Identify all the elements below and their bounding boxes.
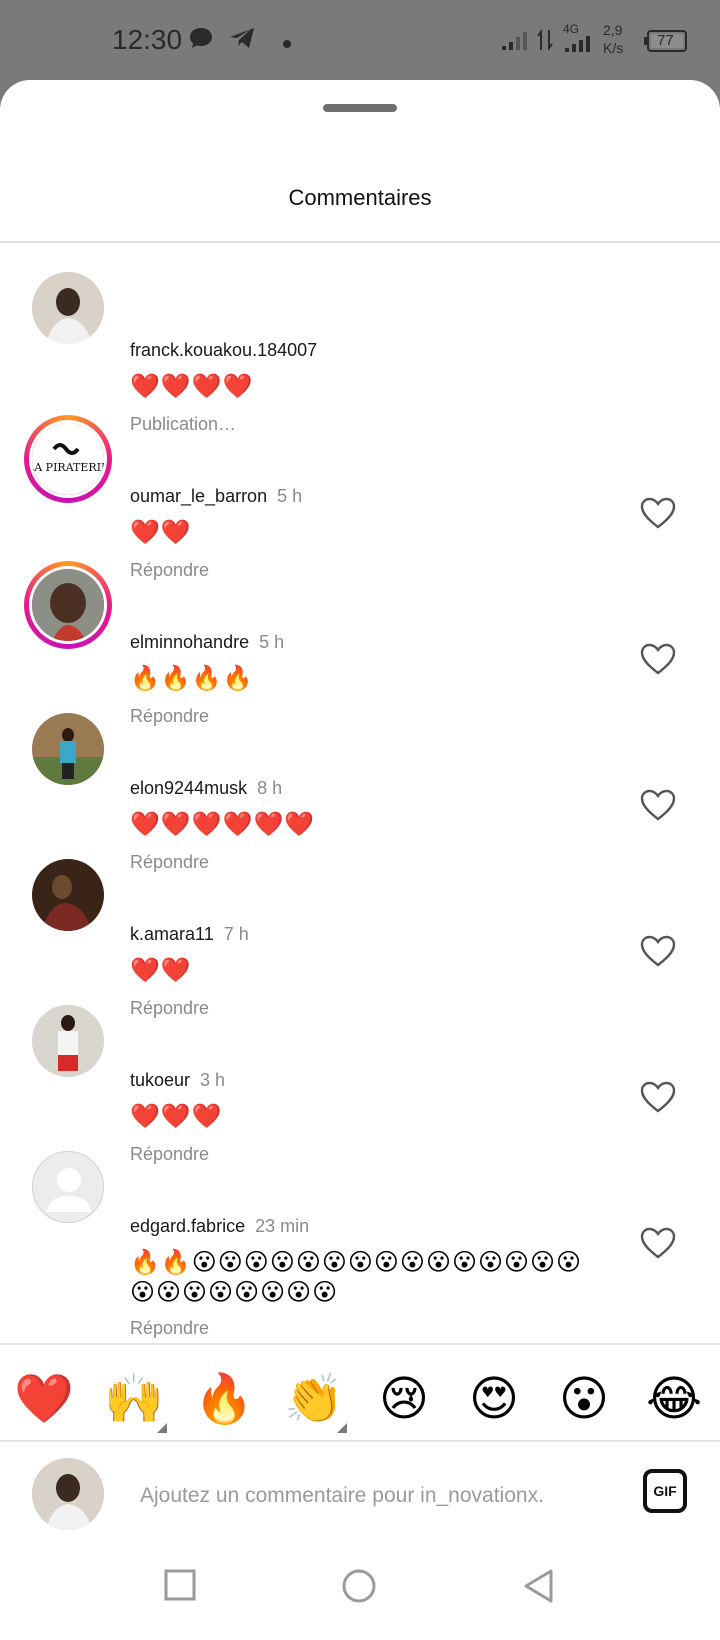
comment-header: tukoeur 3 h [130,1070,225,1091]
comment-text: ❤️❤️❤️ [130,1103,223,1130]
comment-time: 8 h [257,778,283,798]
comment-username[interactable]: elminnohandre [130,632,249,652]
comment-header: franck.kouakou.184007 [130,340,317,361]
avatar[interactable] [32,859,104,931]
reply-button[interactable]: Répondre [130,1144,209,1165]
comment-username[interactable]: franck.kouakou.184007 [130,340,317,360]
reply-button[interactable]: Répondre [130,1318,209,1339]
comment-time: 5 h [259,632,285,652]
heart-outline-icon[interactable] [640,1081,680,1119]
comment-text: 🔥🔥🔥🔥 [130,665,254,692]
circle-icon[interactable] [341,1568,377,1609]
current-user-avatar [32,1458,104,1530]
comment-username[interactable]: edgard.fabrice [130,1216,245,1236]
reaction-heart-eyes[interactable]: 😍 [459,1365,529,1435]
la-piraterie-logo: LA PIRATERIE [29,420,107,498]
reaction-raising-hands[interactable]: 🙌 [99,1365,169,1435]
network-speed-unit: K/s [603,40,624,56]
heart-outline-icon[interactable] [640,1227,680,1265]
data-arrows-icon [535,28,555,57]
signal-4g-icon [563,34,593,59]
heart-outline-icon[interactable] [640,497,680,535]
comment-username[interactable]: tukoeur [130,1070,190,1090]
heart-outline-icon[interactable] [640,789,680,827]
reaction-laughing-face[interactable]: 😂 [639,1365,709,1435]
comment-header: k.amara11 7 h [130,924,249,945]
sheet-drag-handle[interactable] [323,104,397,112]
comment-input[interactable] [140,1476,610,1516]
comment-header: elon9244musk 8 h [130,778,282,799]
square-icon[interactable] [163,1568,197,1607]
default-avatar[interactable] [32,1151,104,1223]
comment-text: ❤️❤️ [130,519,192,546]
comment-text: ❤️❤️ [130,957,192,984]
reaction-fire[interactable]: 🔥 [189,1365,259,1435]
sheet-title: Commentaires [288,185,432,210]
comment-status: Publication… [130,414,237,434]
comment-text: 🔥🔥😮😮😮😮😮😮😮😮😮😮😮😮😮😮😮😮😮😮😮😮😮😮😮 [130,1249,583,1306]
comment-header: oumar_le_barron 5 h [130,486,302,507]
notification-dot-icon [282,36,292,54]
network-speed-value: 2,9 [603,22,623,38]
comment-header: edgard.fabrice 23 min [130,1216,309,1237]
skin-tone-indicator [337,1423,347,1433]
reaction-label: 🙌 [104,1373,164,1426]
reaction-surprised-face[interactable]: 😮 [549,1365,619,1435]
comments-sheet: Commentaires franck.kouakou.184007 ❤️❤️❤… [0,80,720,1640]
comment-time: 5 h [277,486,303,506]
comment-time: 23 min [255,1216,310,1236]
quick-reactions-bar: ❤️ 🙌 🔥 👏 😢 😍 😮 😂 [0,1365,720,1445]
heart-outline-icon[interactable] [640,643,680,681]
reaction-heart[interactable]: ❤️ [9,1365,79,1435]
comment-username[interactable]: elon9244musk [130,778,247,798]
comment-text: ❤️❤️❤️❤️❤️❤️ [130,811,316,838]
avatar[interactable]: LA PIRATERIE [24,415,112,503]
triangle-back-icon[interactable] [522,1568,556,1609]
svg-text:LA PIRATERIE: LA PIRATERIE [32,461,104,474]
status-time: 12:30 [112,24,183,55]
comment-time: 7 h [223,924,249,944]
reply-button[interactable]: Répondre [130,560,209,581]
divider [0,241,720,243]
comment-username[interactable]: k.amara11 [130,924,214,944]
telegram-icon [228,26,256,55]
reaction-label: 👏 [284,1373,344,1426]
comment-username[interactable]: oumar_le_barron [130,486,267,506]
comment-time: 3 h [200,1070,226,1090]
avatar[interactable] [32,713,104,785]
heart-outline-icon[interactable] [640,935,680,973]
reply-button[interactable]: Répondre [130,998,209,1019]
reply-button[interactable]: Répondre [130,706,209,727]
signal-icon [500,28,532,57]
comment-header: elminnohandre 5 h [130,632,284,653]
reaction-clapping-hands[interactable]: 👏 [279,1365,349,1435]
skin-tone-indicator [157,1423,167,1433]
avatar[interactable] [32,1005,104,1077]
status-bar: 12:30 4G 2,9 K/s 77 [0,0,720,80]
chat-bubble-icon [188,26,214,55]
system-navigation-bar [0,1540,720,1640]
reaction-crying-face[interactable]: 😢 [369,1365,439,1435]
battery-level: 77 [657,32,674,49]
divider [0,1343,720,1345]
divider [0,1440,720,1442]
avatar-photo [29,566,107,644]
comment-text: ❤️❤️❤️❤️ [130,373,254,400]
reply-button[interactable]: Répondre [130,852,209,873]
gif-button[interactable]: GIF [643,1469,687,1513]
avatar[interactable] [24,561,112,649]
avatar[interactable] [32,272,104,344]
